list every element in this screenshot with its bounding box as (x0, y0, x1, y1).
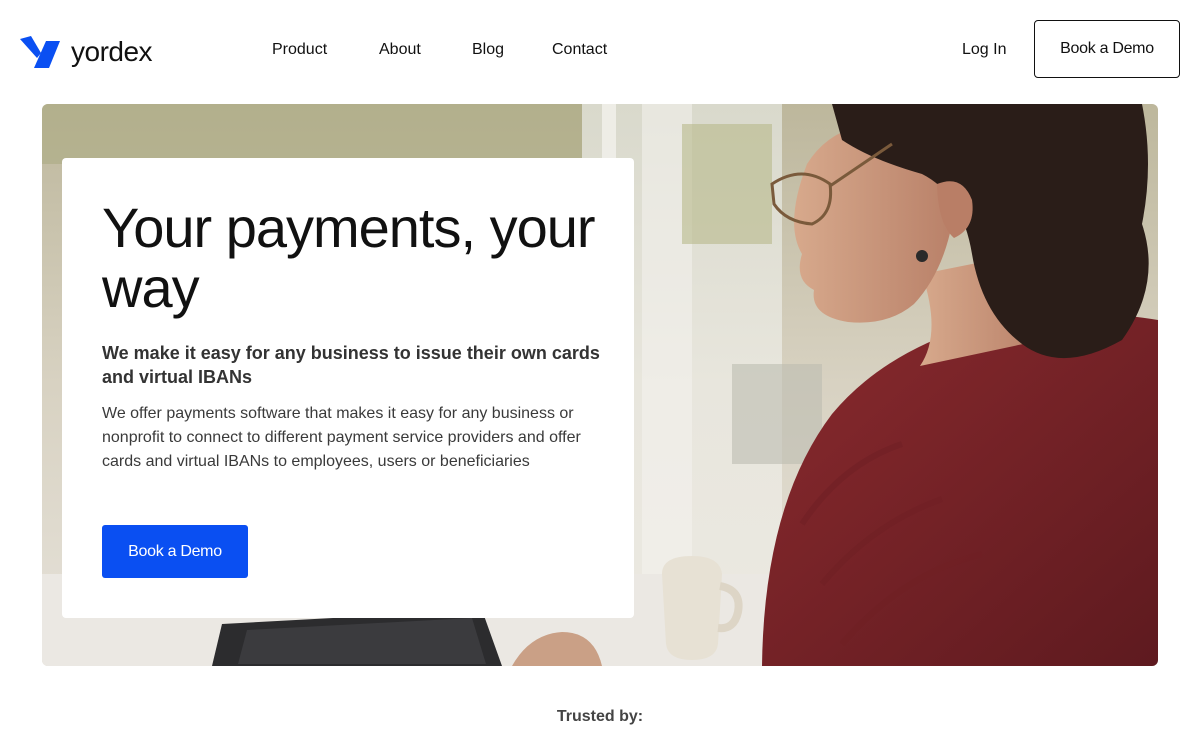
book-demo-header-button[interactable]: Book a Demo (1034, 20, 1180, 78)
login-link[interactable]: Log In (962, 40, 1006, 60)
hero-subheadline: We make it easy for any business to issu… (102, 343, 600, 387)
yordex-logo-icon (20, 36, 60, 68)
hero-body-text: We offer payments software that makes it… (102, 405, 581, 470)
nav-product[interactable]: Product (272, 40, 327, 60)
brand-name: yordex (71, 36, 153, 67)
nav-contact[interactable]: Contact (552, 40, 607, 60)
hero-headline: Your payments, your way (102, 196, 596, 319)
brand-logo[interactable]: yordex (20, 36, 153, 68)
book-demo-hero-button[interactable]: Book a Demo (102, 525, 248, 578)
nav-blog[interactable]: Blog (472, 40, 504, 60)
nav-about[interactable]: About (379, 40, 421, 60)
trusted-by-label: Trusted by: (556, 708, 644, 725)
landing-page: yordex Product About Blog Contact Log In… (0, 0, 1200, 750)
